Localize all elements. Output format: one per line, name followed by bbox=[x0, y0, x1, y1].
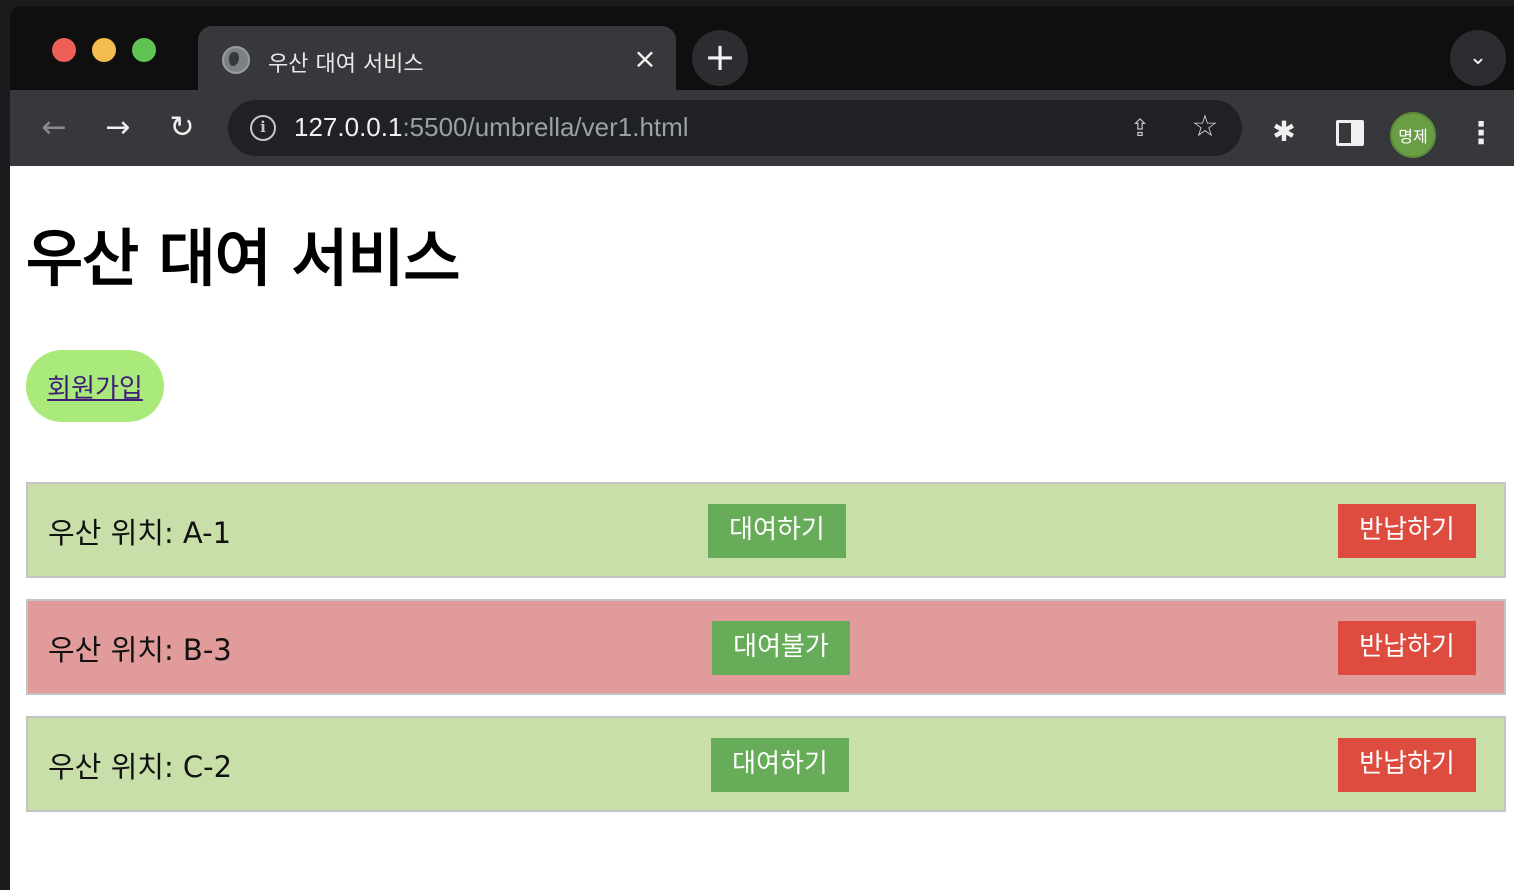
side-panel-icon[interactable] bbox=[1336, 120, 1364, 146]
browser-tab[interactable]: 우산 대여 서비스 × bbox=[198, 26, 676, 90]
return-button[interactable]: 반납하기 bbox=[1338, 738, 1476, 792]
umbrella-row-c2: 우산 위치: C-2 대여하기 반납하기 bbox=[26, 716, 1506, 812]
maximize-window-button[interactable] bbox=[132, 38, 156, 62]
browser-window: 우산 대여 서비스 × + ⌄ ← → ↻ i 127.0.0.1:5500/u… bbox=[10, 6, 1514, 890]
close-window-button[interactable] bbox=[52, 38, 76, 62]
umbrella-location: 우산 위치: B-3 bbox=[48, 633, 232, 667]
signup-button-container: 회원가입 bbox=[26, 350, 164, 422]
info-icon[interactable]: i bbox=[250, 115, 276, 141]
url-host: 127.0.0.1 bbox=[294, 112, 403, 142]
globe-icon bbox=[222, 46, 250, 74]
rent-unavailable-button[interactable]: 대여불가 bbox=[712, 621, 850, 675]
signup-link[interactable]: 회원가입 bbox=[47, 368, 143, 405]
url-text[interactable]: 127.0.0.1:5500/umbrella/ver1.html bbox=[294, 112, 689, 143]
return-button[interactable]: 반납하기 bbox=[1338, 621, 1476, 675]
umbrella-location: 우산 위치: C-2 bbox=[48, 750, 233, 784]
rent-button[interactable]: 대여하기 bbox=[708, 504, 846, 558]
forward-arrow-icon[interactable]: → bbox=[98, 110, 138, 146]
url-path: :5500/umbrella/ver1.html bbox=[402, 112, 689, 142]
minimize-window-button[interactable] bbox=[92, 38, 116, 62]
back-arrow-icon[interactable]: ← bbox=[34, 110, 74, 146]
address-bar[interactable]: i 127.0.0.1:5500/umbrella/ver1.html ⇪ ☆ bbox=[228, 100, 1242, 156]
star-icon[interactable]: ☆ bbox=[1190, 112, 1220, 142]
close-tab-icon[interactable]: × bbox=[630, 44, 660, 74]
puzzle-icon[interactable]: ✱ bbox=[1268, 116, 1300, 148]
new-tab-button[interactable]: + bbox=[692, 30, 748, 86]
umbrella-row-a1: 우산 위치: A-1 대여하기 반납하기 bbox=[26, 482, 1506, 578]
return-button[interactable]: 반납하기 bbox=[1338, 504, 1476, 558]
rent-button[interactable]: 대여하기 bbox=[711, 738, 849, 792]
reload-icon[interactable]: ↻ bbox=[162, 110, 202, 146]
tab-strip: 우산 대여 서비스 × + ⌄ bbox=[10, 6, 1514, 90]
umbrella-location: 우산 위치: A-1 bbox=[48, 516, 232, 550]
profile-avatar[interactable]: 명제 bbox=[1390, 112, 1436, 158]
page-title: 우산 대여 서비스 bbox=[26, 222, 460, 295]
tab-title: 우산 대여 서비스 bbox=[268, 52, 424, 77]
share-icon[interactable]: ⇪ bbox=[1126, 114, 1154, 142]
tab-search-button[interactable]: ⌄ bbox=[1450, 30, 1506, 86]
page-viewport: 우산 대여 서비스 회원가입 우산 위치: A-1 대여하기 반납하기 우산 위… bbox=[10, 166, 1514, 890]
browser-toolbar: ← → ↻ i 127.0.0.1:5500/umbrella/ver1.htm… bbox=[10, 90, 1514, 166]
umbrella-row-b3: 우산 위치: B-3 대여불가 반납하기 bbox=[26, 599, 1506, 695]
kebab-menu-icon[interactable]: ⋮ bbox=[1466, 112, 1496, 156]
